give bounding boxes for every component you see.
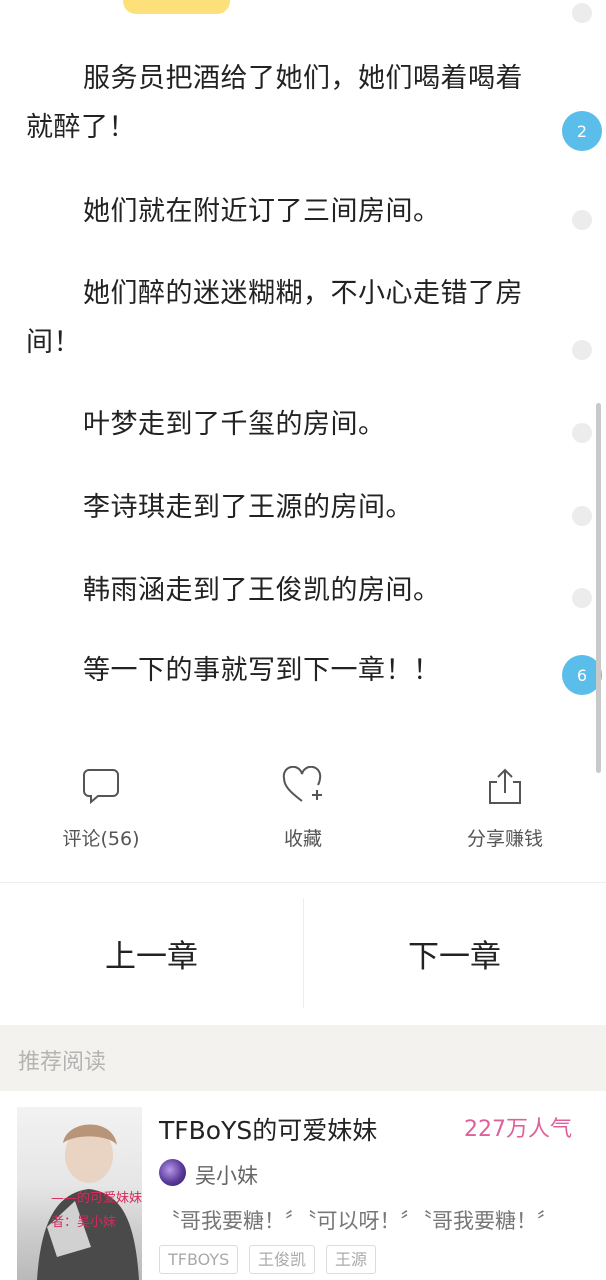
paragraph: 她们醉的迷迷糊糊，不小心走错了房间！	[26, 278, 523, 358]
paragraph-comment-marker[interactable]	[572, 340, 592, 360]
chapter-action-bar: 评论(56) 收藏 分享赚钱	[0, 760, 606, 870]
comment-label: 评论(56)	[62, 828, 140, 850]
comment-button[interactable]: 评论(56)	[21, 760, 181, 870]
paragraph: 等一下的事就写到下一章！！	[83, 655, 441, 686]
favorite-label: 收藏	[283, 828, 322, 850]
paragraph: 叶梦走到了千玺的房间。	[83, 409, 386, 440]
paragraph-comment-marker[interactable]	[572, 3, 592, 23]
share-button[interactable]: 分享赚钱	[425, 760, 585, 870]
recommend-header-label: 推荐阅读	[18, 1050, 107, 1075]
comment-icon	[83, 769, 119, 805]
book-tag[interactable]: TFBOYS	[159, 1245, 239, 1274]
chapter-navigation: 上一章 下一章	[0, 898, 606, 1008]
paragraph-comment-marker[interactable]	[572, 506, 592, 526]
share-icon	[489, 768, 521, 804]
divider	[0, 882, 606, 883]
paragraph-comment-marker[interactable]	[572, 423, 592, 443]
paragraph-comment-marker[interactable]	[572, 210, 592, 230]
heart-plus-icon	[282, 766, 322, 802]
scrollbar[interactable]	[596, 403, 601, 773]
paragraph: 她们就在附近订了三间房间。	[83, 196, 441, 227]
cover-author-text: 者：吴小妹	[51, 1215, 117, 1230]
paragraph: 韩雨涵走到了王俊凯的房间。	[83, 575, 441, 606]
popularity-count: 227万人气	[464, 1117, 572, 1142]
paragraph: 服务员把酒给了她们，她们喝着喝着就醉了！	[26, 63, 523, 143]
book-tag[interactable]: 王源	[326, 1245, 377, 1274]
paragraph: 李诗琪走到了王源的房间。	[83, 492, 413, 523]
author-name[interactable]: 吴小妹	[195, 1160, 258, 1190]
favorite-button[interactable]: 收藏	[223, 760, 383, 870]
recommend-header: 推荐阅读	[0, 1025, 606, 1091]
recommended-book-card[interactable]: ——的可爱妹妹 者：吴小妹 TFBoYS的可爱妹妹 227万人气 吴小妹 〝哥我…	[0, 1091, 606, 1280]
paragraph-comment-marker[interactable]	[572, 588, 592, 608]
book-cover[interactable]: ——的可爱妹妹 者：吴小妹	[17, 1107, 142, 1280]
next-chapter-button[interactable]: 下一章	[303, 898, 606, 1008]
book-title[interactable]: TFBoYS的可爱妹妹	[159, 1111, 377, 1147]
book-tag[interactable]: 王俊凯	[249, 1245, 316, 1274]
book-snippet: 〝哥我要糖！〞〝可以呀！〞〝哥我要糖！〞	[159, 1209, 558, 1233]
share-label: 分享赚钱	[466, 828, 543, 850]
paragraph-comment-count[interactable]: 2	[562, 111, 602, 151]
top-pill-button[interactable]	[123, 0, 230, 14]
author-avatar	[159, 1159, 186, 1186]
cover-title-text: ——的可爱妹妹	[51, 1191, 142, 1206]
prev-chapter-button[interactable]: 上一章	[0, 898, 303, 1008]
